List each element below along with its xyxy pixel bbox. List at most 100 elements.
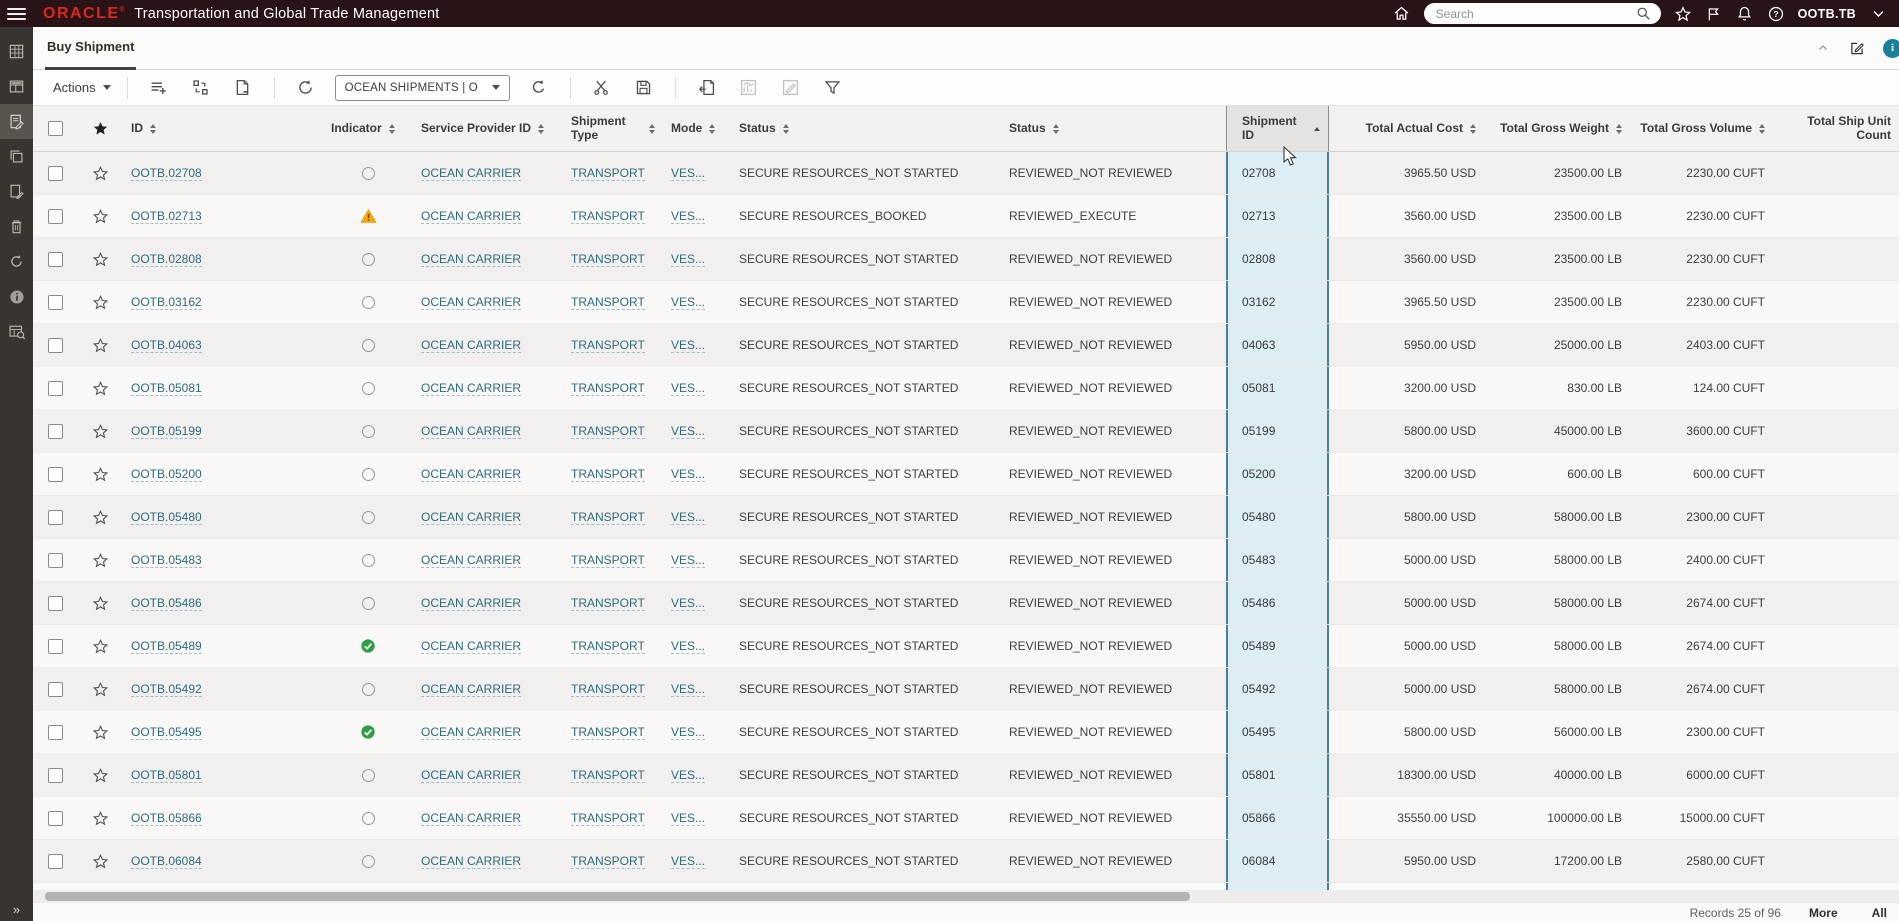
column-header-status[interactable]: Status: [731, 106, 1001, 151]
shipment_type-link[interactable]: TRANSPORT: [571, 854, 645, 869]
service_provider-link[interactable]: OCEAN CARRIER: [421, 338, 522, 353]
empty-indicator-icon[interactable]: [361, 338, 375, 352]
spreadsheet-icon[interactable]: [0, 34, 33, 69]
mode-link[interactable]: VES...: [671, 338, 706, 353]
column-header-total_actual_cost[interactable]: Total Actual Cost: [1329, 106, 1484, 151]
row-checkbox[interactable]: [47, 251, 63, 267]
refresh-icon[interactable]: [524, 74, 554, 102]
id-link[interactable]: OOTB.05801: [131, 768, 202, 783]
sort-icon[interactable]: [1759, 123, 1765, 134]
column-header-mode[interactable]: Mode: [663, 106, 731, 151]
mode-link[interactable]: VES...: [671, 768, 706, 783]
shipment_type-link[interactable]: TRANSPORT: [571, 252, 645, 267]
favorite-star-icon[interactable]: [92, 681, 109, 698]
shipment_type-link[interactable]: TRANSPORT: [571, 166, 645, 181]
favorite-star-icon[interactable]: [92, 423, 109, 440]
mode-link[interactable]: VES...: [671, 424, 706, 439]
favorite-star-icon[interactable]: [92, 208, 109, 225]
mode-link[interactable]: VES...: [671, 596, 706, 611]
favorite-star-icon[interactable]: [92, 380, 109, 397]
id-link[interactable]: OOTB.04063: [131, 338, 202, 353]
empty-indicator-icon[interactable]: [361, 510, 375, 524]
id-link[interactable]: OOTB.05866: [131, 811, 202, 826]
shipment_type-link[interactable]: TRANSPORT: [571, 338, 645, 353]
row-checkbox[interactable]: [47, 380, 63, 396]
column-header-indicator[interactable]: Indicator: [323, 106, 413, 151]
user-menu-label[interactable]: OOTB.TB: [1798, 7, 1856, 21]
id-link[interactable]: OOTB.06084: [131, 854, 202, 869]
empty-indicator-icon[interactable]: [361, 553, 375, 567]
service_provider-link[interactable]: OCEAN CARRIER: [421, 252, 522, 267]
empty-indicator-icon[interactable]: [361, 166, 375, 180]
sort-icon[interactable]: [709, 123, 716, 134]
mode-link[interactable]: VES...: [671, 209, 706, 224]
column-header-total_gross_weight[interactable]: Total Gross Weight: [1484, 106, 1630, 151]
sort-icon[interactable]: [1616, 123, 1622, 134]
empty-indicator-icon[interactable]: [361, 682, 375, 696]
mode-link[interactable]: VES...: [671, 166, 706, 181]
shipment_type-link[interactable]: TRANSPORT: [571, 424, 645, 439]
sort-icon[interactable]: [1470, 123, 1476, 134]
service_provider-link[interactable]: OCEAN CARRIER: [421, 510, 522, 525]
service_provider-link[interactable]: OCEAN CARRIER: [421, 209, 522, 224]
row-checkbox[interactable]: [47, 681, 63, 697]
mode-link[interactable]: VES...: [671, 252, 706, 267]
table-search-icon[interactable]: [0, 314, 33, 349]
cut-icon[interactable]: [587, 74, 617, 102]
help-icon[interactable]: ?: [1767, 5, 1785, 23]
horizontal-scrollbar[interactable]: [33, 890, 1899, 903]
service_provider-link[interactable]: OCEAN CARRIER: [421, 424, 522, 439]
favorites-star-icon[interactable]: [1674, 5, 1692, 23]
favorite-star-icon[interactable]: [92, 337, 109, 354]
favorite-star-icon[interactable]: [92, 294, 109, 311]
empty-indicator-icon[interactable]: [361, 768, 375, 782]
sort-icon[interactable]: [538, 123, 545, 134]
collapse-icon[interactable]: [1815, 40, 1831, 56]
favorite-star-icon[interactable]: [92, 552, 109, 569]
bulk-actions-icon[interactable]: [186, 74, 216, 102]
service_provider-link[interactable]: OCEAN CARRIER: [421, 467, 522, 482]
favorite-star-icon[interactable]: [92, 767, 109, 784]
favorite-star-icon[interactable]: [92, 638, 109, 655]
mode-link[interactable]: VES...: [671, 725, 706, 740]
sort-icon[interactable]: [782, 123, 789, 134]
shipment_type-link[interactable]: TRANSPORT: [571, 725, 645, 740]
refresh-rail-icon[interactable]: [0, 244, 33, 279]
mode-link[interactable]: VES...: [671, 639, 706, 654]
empty-indicator-icon[interactable]: [361, 596, 375, 610]
mode-link[interactable]: VES...: [671, 467, 706, 482]
mode-link[interactable]: VES...: [671, 682, 706, 697]
search-input[interactable]: [1435, 6, 1635, 21]
favorite-star-icon[interactable]: [92, 509, 109, 526]
id-link[interactable]: OOTB.05495: [131, 725, 202, 740]
edit-page-icon[interactable]: [1849, 40, 1865, 56]
id-link[interactable]: OOTB.02808: [131, 252, 202, 267]
favorite-star-icon[interactable]: [92, 251, 109, 268]
id-link[interactable]: OOTB.05483: [131, 553, 202, 568]
empty-indicator-icon[interactable]: [361, 381, 375, 395]
shipment_type-link[interactable]: TRANSPORT: [571, 381, 645, 396]
id-link[interactable]: OOTB.05081: [131, 381, 202, 396]
id-link[interactable]: OOTB.05486: [131, 596, 202, 611]
row-checkbox[interactable]: [47, 466, 63, 482]
actions-button[interactable]: Actions: [47, 76, 117, 99]
notifications-bell-icon[interactable]: [1736, 5, 1754, 23]
mode-link[interactable]: VES...: [671, 854, 706, 869]
row-checkbox[interactable]: [47, 724, 63, 740]
filter-icon[interactable]: [818, 74, 848, 102]
id-link[interactable]: OOTB.02708: [131, 166, 202, 181]
shipment_type-link[interactable]: TRANSPORT: [571, 639, 645, 654]
column-header-status2[interactable]: Status: [1001, 106, 1226, 151]
favorite-header-star-icon[interactable]: [92, 120, 109, 137]
favorite-star-icon[interactable]: [92, 165, 109, 182]
page-info-icon[interactable]: i: [1883, 38, 1899, 58]
shipment-manager-icon[interactable]: [0, 104, 33, 139]
service_provider-link[interactable]: OCEAN CARRIER: [421, 381, 522, 396]
id-link[interactable]: OOTB.05480: [131, 510, 202, 525]
more-button[interactable]: More: [1809, 906, 1838, 920]
column-header-shipment_type[interactable]: Shipment Type: [563, 106, 663, 151]
shipment_type-link[interactable]: TRANSPORT: [571, 467, 645, 482]
sort-icon[interactable]: [1052, 123, 1059, 134]
empty-indicator-icon[interactable]: [361, 811, 375, 825]
service_provider-link[interactable]: OCEAN CARRIER: [421, 854, 522, 869]
